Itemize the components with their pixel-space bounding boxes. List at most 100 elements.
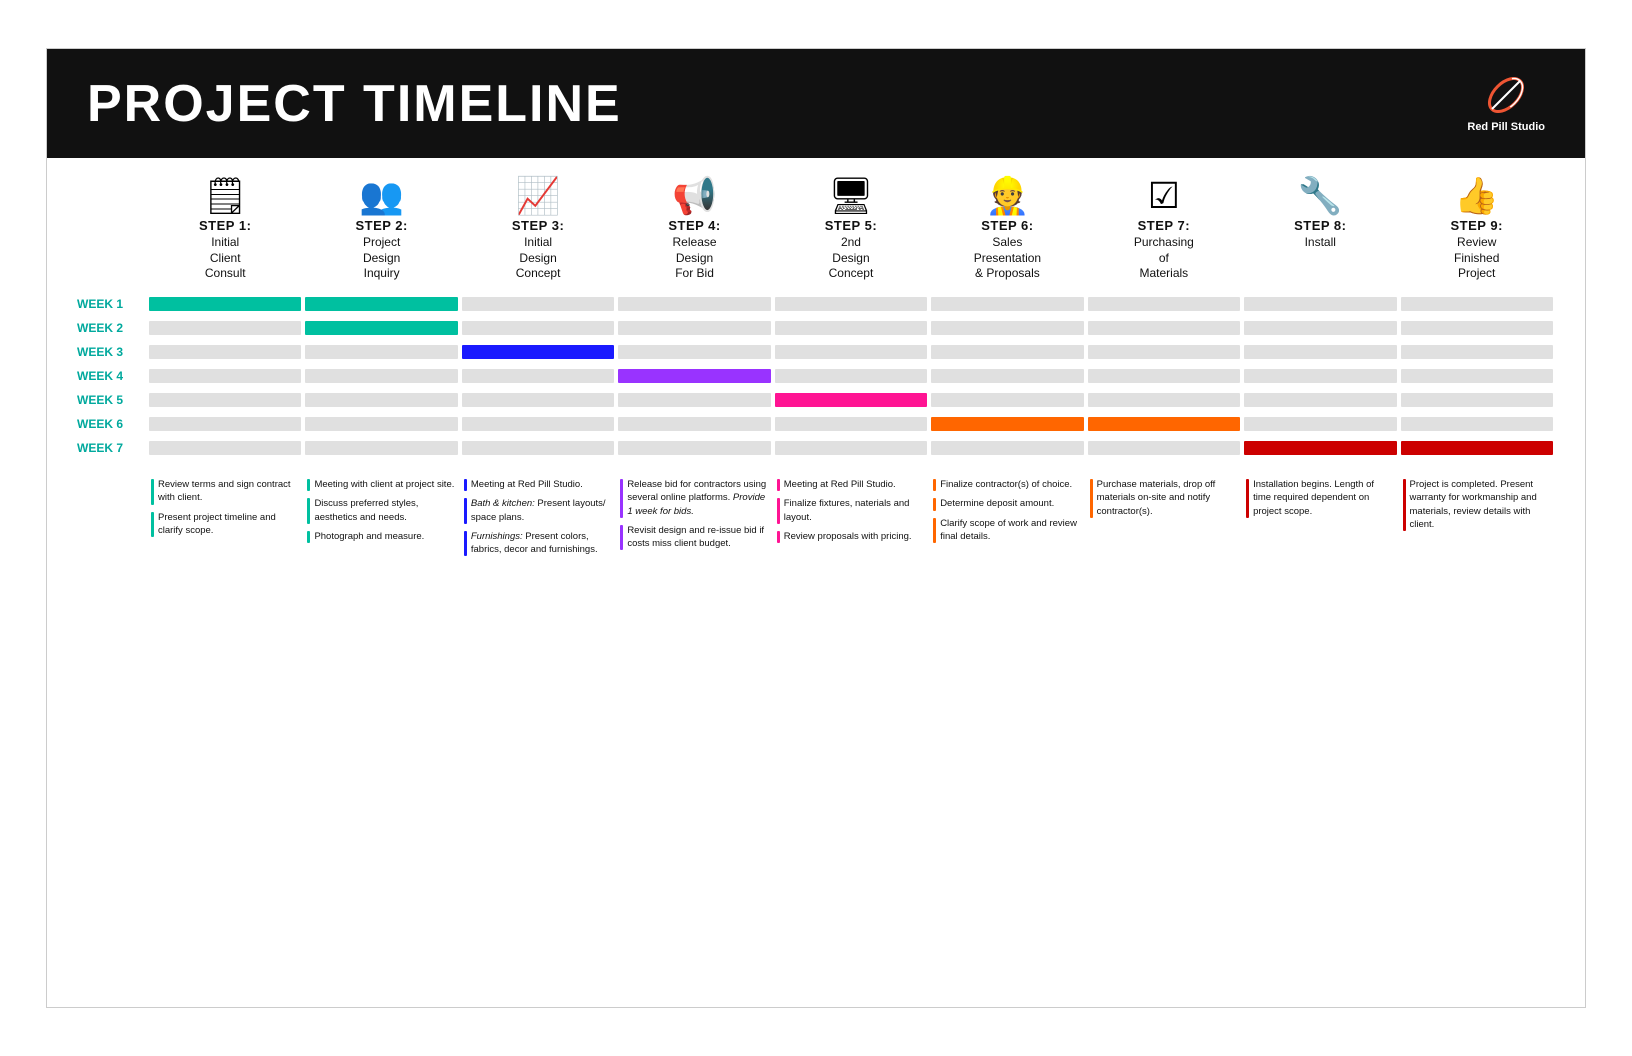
note-bullet-2b: Discuss preferred styles, aesthetics and…: [307, 497, 455, 524]
gantt-cell-w1-s2: [305, 297, 457, 311]
note-bar-2c: [307, 531, 310, 543]
step6-icon: 👷: [985, 178, 1030, 214]
gantt-row-week7: WEEK 7: [77, 438, 1555, 458]
gantt-cols-week6: [147, 414, 1555, 434]
gantt-cell-w2-s9: [1401, 321, 1553, 335]
gantt-cell-w1-s4: [618, 297, 770, 311]
gantt-row-week5: WEEK 5: [77, 390, 1555, 410]
step9-number: STEP 9:: [1451, 218, 1503, 233]
note-text-9a: Project is completed. Present warranty f…: [1410, 478, 1551, 531]
note-bullet-3a: Meeting at Red Pill Studio.: [464, 478, 612, 491]
note-bar-4a: [620, 479, 623, 518]
gantt-cell-w7-s5: [775, 441, 927, 455]
step-col-7: ☑ STEP 7: PurchasingofMaterials: [1086, 178, 1242, 282]
gantt-cell-w4-s3: [462, 369, 614, 383]
page-title: PROJECT TIMELINE: [87, 74, 622, 134]
note-text-2c: Photograph and measure.: [314, 530, 424, 543]
note-bar-3c: [464, 531, 467, 557]
main-content: 🗒 STEP 1: InitialClientConsult 👥 STEP 2:…: [47, 158, 1585, 1007]
gantt-cell-w7-s8: [1244, 441, 1396, 455]
gantt-cols-week3: [147, 342, 1555, 362]
step4-number: STEP 4:: [668, 218, 720, 233]
note-bar-1a: [151, 479, 154, 505]
note-text-5a: Meeting at Red Pill Studio.: [784, 478, 896, 491]
note-bar-6c: [933, 518, 936, 544]
note-bullet-2a: Meeting with client at project site.: [307, 478, 455, 491]
gantt-cell-w1-s9: [1401, 297, 1553, 311]
step-col-3: 📈 STEP 3: InitialDesignConcept: [460, 178, 616, 282]
note-text-6c: Clarify scope of work and review final d…: [940, 517, 1081, 544]
step4-icon: 📢: [672, 178, 717, 214]
logo-text: Red Pill Studio: [1467, 121, 1545, 134]
step4-title: ReleaseDesignFor Bid: [673, 235, 717, 282]
step3-icon: 📈: [516, 178, 561, 214]
note-bar-3a: [464, 479, 467, 491]
note-bar-1b: [151, 512, 154, 538]
gantt-row-week3: WEEK 3: [77, 342, 1555, 362]
note-bullet-7a: Purchase materials, drop off materials o…: [1090, 478, 1238, 518]
gantt-cell-w1-s8: [1244, 297, 1396, 311]
note-col-8: Installation begins. Length of time requ…: [1242, 478, 1398, 562]
gantt-cell-w4-s6: [931, 369, 1083, 383]
gantt-cell-w7-s2: [305, 441, 457, 455]
gantt-cell-w6-s8: [1244, 417, 1396, 431]
step2-number: STEP 2:: [355, 218, 407, 233]
gantt-cell-w6-s9: [1401, 417, 1553, 431]
step7-number: STEP 7:: [1138, 218, 1190, 233]
note-text-2b: Discuss preferred styles, aesthetics and…: [314, 497, 455, 524]
step-col-4: 📢 STEP 4: ReleaseDesignFor Bid: [616, 178, 772, 282]
note-bar-2b: [307, 498, 310, 524]
gantt-cell-w3-s3: [462, 345, 614, 359]
note-text-4a: Release bid for contractors using severa…: [627, 478, 768, 518]
note-col-4: Release bid for contractors using severa…: [616, 478, 772, 562]
note-bar-3b: [464, 498, 467, 524]
note-bullet-9a: Project is completed. Present warranty f…: [1403, 478, 1551, 531]
note-col-2: Meeting with client at project site. Dis…: [303, 478, 459, 562]
gantt-cell-w4-s4: [618, 369, 770, 383]
week6-label: WEEK 6: [77, 417, 147, 431]
note-text-5c: Review proposals with pricing.: [784, 530, 912, 543]
note-text-2a: Meeting with client at project site.: [314, 478, 454, 491]
note-text-1a: Review terms and sign contract with clie…: [158, 478, 299, 505]
gantt-cell-w6-s6: [931, 417, 1083, 431]
gantt-cell-w4-s8: [1244, 369, 1396, 383]
logo-area: Red Pill Studio: [1467, 73, 1545, 134]
step8-icon: 🔧: [1298, 178, 1343, 214]
note-bullet-6a: Finalize contractor(s) of choice.: [933, 478, 1081, 491]
gantt-cols-week1: [147, 294, 1555, 314]
step5-icon: 🖥: [828, 178, 874, 214]
gantt-cell-w5-s8: [1244, 393, 1396, 407]
gantt-cell-w6-s2: [305, 417, 457, 431]
note-bullet-5b: Finalize fixtures, naterials and layout.: [777, 497, 925, 524]
step2-title: ProjectDesignInquiry: [363, 235, 400, 282]
gantt-cell-w4-s9: [1401, 369, 1553, 383]
note-col-9: Project is completed. Present warranty f…: [1399, 478, 1555, 562]
note-bullet-6b: Determine deposit amount.: [933, 497, 1081, 510]
gantt-section: WEEK 1 WEEK 2: [77, 294, 1555, 462]
gantt-row-week4: WEEK 4: [77, 366, 1555, 386]
note-text-4b: Revisit design and re-issue bid if costs…: [627, 524, 768, 551]
week4-label: WEEK 4: [77, 369, 147, 383]
note-bar-5c: [777, 531, 780, 543]
gantt-cell-w7-s3: [462, 441, 614, 455]
gantt-cell-w6-s7: [1088, 417, 1240, 431]
gantt-cell-w3-s1: [149, 345, 301, 359]
gantt-cell-w2-s3: [462, 321, 614, 335]
step7-icon: ☑: [1148, 178, 1180, 214]
step8-number: STEP 8:: [1294, 218, 1346, 233]
gantt-cell-w6-s4: [618, 417, 770, 431]
note-col-5: Meeting at Red Pill Studio. Finalize fix…: [773, 478, 929, 562]
step3-number: STEP 3:: [512, 218, 564, 233]
step6-number: STEP 6:: [981, 218, 1033, 233]
note-col-7: Purchase materials, drop off materials o…: [1086, 478, 1242, 562]
note-bullet-8a: Installation begins. Length of time requ…: [1246, 478, 1394, 518]
step2-icon: 👥: [359, 178, 404, 214]
gantt-cell-w5-s6: [931, 393, 1083, 407]
step9-icon: 👍: [1454, 178, 1499, 214]
gantt-cell-w2-s4: [618, 321, 770, 335]
gantt-cell-w3-s6: [931, 345, 1083, 359]
step7-title: PurchasingofMaterials: [1134, 235, 1194, 282]
note-text-6b: Determine deposit amount.: [940, 497, 1054, 510]
step-col-6: 👷 STEP 6: SalesPresentation& Proposals: [929, 178, 1085, 282]
gantt-cell-w1-s7: [1088, 297, 1240, 311]
